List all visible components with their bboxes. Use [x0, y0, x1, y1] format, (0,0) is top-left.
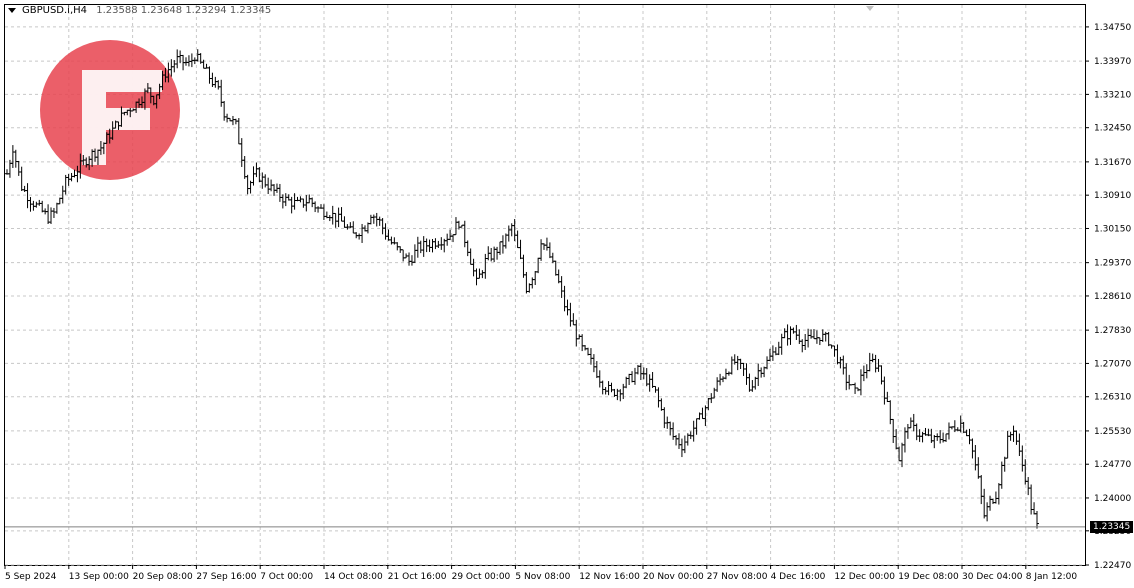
fx-logo-icon: [40, 40, 180, 180]
x-tick-label: 7 Oct 00:00: [260, 572, 313, 582]
price-chart: 1.34750 1.33970 1.33210 1.32450 1.31670 1.309…: [4, 4, 1131, 582]
x-tick-label: 27 Nov 08:00: [707, 572, 768, 582]
y-tick-label: 1.24770: [1094, 460, 1131, 470]
chart-header: GBPUSD.i,H4 1.23588 1.23648 1.23294 1.23…: [8, 5, 271, 16]
x-tick-label: 19 Dec 08:00: [898, 572, 959, 582]
x-tick-label: 30 Dec 04:00: [962, 572, 1023, 582]
y-tick-label: 1.27830: [1094, 326, 1131, 336]
x-tick-label: 20 Nov 00:00: [643, 572, 704, 582]
y-tick-label: 1.28610: [1094, 292, 1131, 302]
x-tick-label: 8 Jan 12:00: [1026, 572, 1078, 582]
x-tick-label: 29 Oct 00:00: [452, 572, 511, 582]
y-tick-label: 1.26310: [1094, 393, 1131, 403]
y-tick-label: 1.24000: [1094, 494, 1131, 504]
y-tick-label: 1.25530: [1094, 427, 1131, 437]
open-value: 1.23588: [96, 5, 138, 16]
x-tick-label: 21 Oct 16:00: [388, 572, 447, 582]
y-tick-label: 1.31670: [1094, 158, 1131, 168]
y-tick-label: 1.22470: [1094, 561, 1131, 571]
y-tick-label: 1.29370: [1094, 259, 1131, 269]
y-tick-label: 1.30910: [1094, 191, 1131, 201]
x-tick-label: 4 Dec 16:00: [771, 572, 826, 582]
x-tick-label: 14 Oct 08:00: [324, 572, 383, 582]
x-tick-label: 5 Nov 08:00: [515, 572, 570, 582]
x-tick-label: 5 Sep 2024: [5, 572, 57, 582]
x-tick-label: 12 Nov 16:00: [579, 572, 640, 582]
x-tick-label: 12 Dec 00:00: [834, 572, 895, 582]
collapse-triangle-icon[interactable]: [8, 7, 16, 13]
y-axis: 1.34750 1.33970 1.33210 1.32450 1.31670 1.309…: [1085, 23, 1131, 571]
x-axis: 5 Sep 2024 13 Sep 00:00 20 Sep 08:00 27 Sep…: [4, 565, 1078, 582]
y-tick-label: 1.27070: [1094, 359, 1131, 369]
y-tick-label: 1.30150: [1094, 224, 1131, 234]
close-value: 1.23345: [229, 5, 272, 16]
chart-window: 1.34750 1.33970 1.33210 1.32450 1.31670 1.309…: [0, 0, 1134, 588]
high-value: 1.23648: [140, 5, 183, 16]
y-tick-label: 1.33970: [1094, 57, 1131, 67]
x-tick-label: 27 Sep 16:00: [196, 572, 256, 582]
y-tick-label: 1.34750: [1094, 23, 1131, 33]
x-tick-label: 13 Sep 00:00: [69, 572, 129, 582]
low-value: 1.23294: [185, 5, 227, 16]
y-tick-label: 1.33210: [1094, 90, 1131, 100]
x-tick-label: 20 Sep 08:00: [133, 572, 193, 582]
symbol-label: GBPUSD.i,H4: [22, 5, 88, 16]
y-tick-label: 1.32450: [1094, 124, 1131, 134]
current-price-tag: 1.23345: [1090, 520, 1134, 533]
